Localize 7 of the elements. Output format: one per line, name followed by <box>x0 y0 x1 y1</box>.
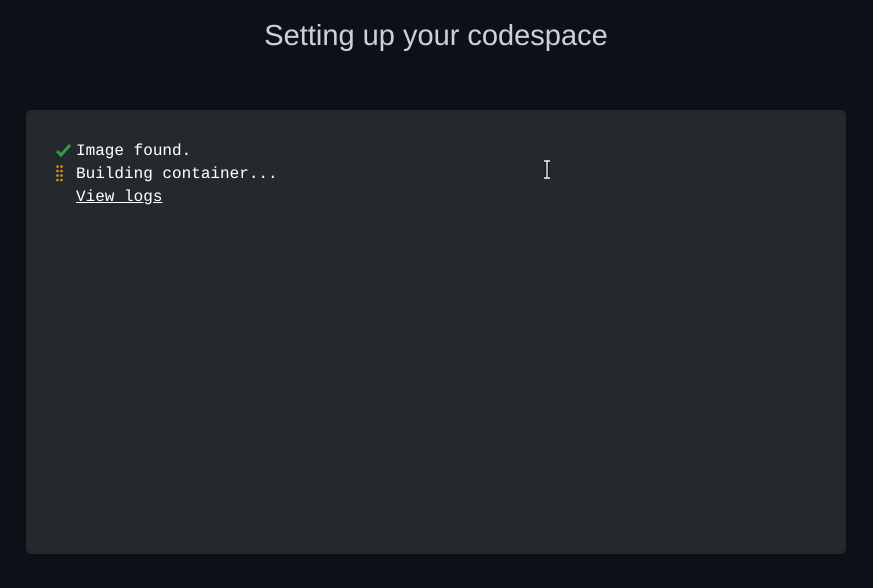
text-cursor-icon <box>543 160 551 179</box>
status-text: Building container... <box>76 164 278 182</box>
check-icon <box>56 144 71 157</box>
page-title: Setting up your codespace <box>263 19 609 54</box>
spinner-icon <box>56 165 63 182</box>
status-text: Image found. <box>76 142 192 160</box>
view-logs-link[interactable]: View logs <box>76 188 162 206</box>
